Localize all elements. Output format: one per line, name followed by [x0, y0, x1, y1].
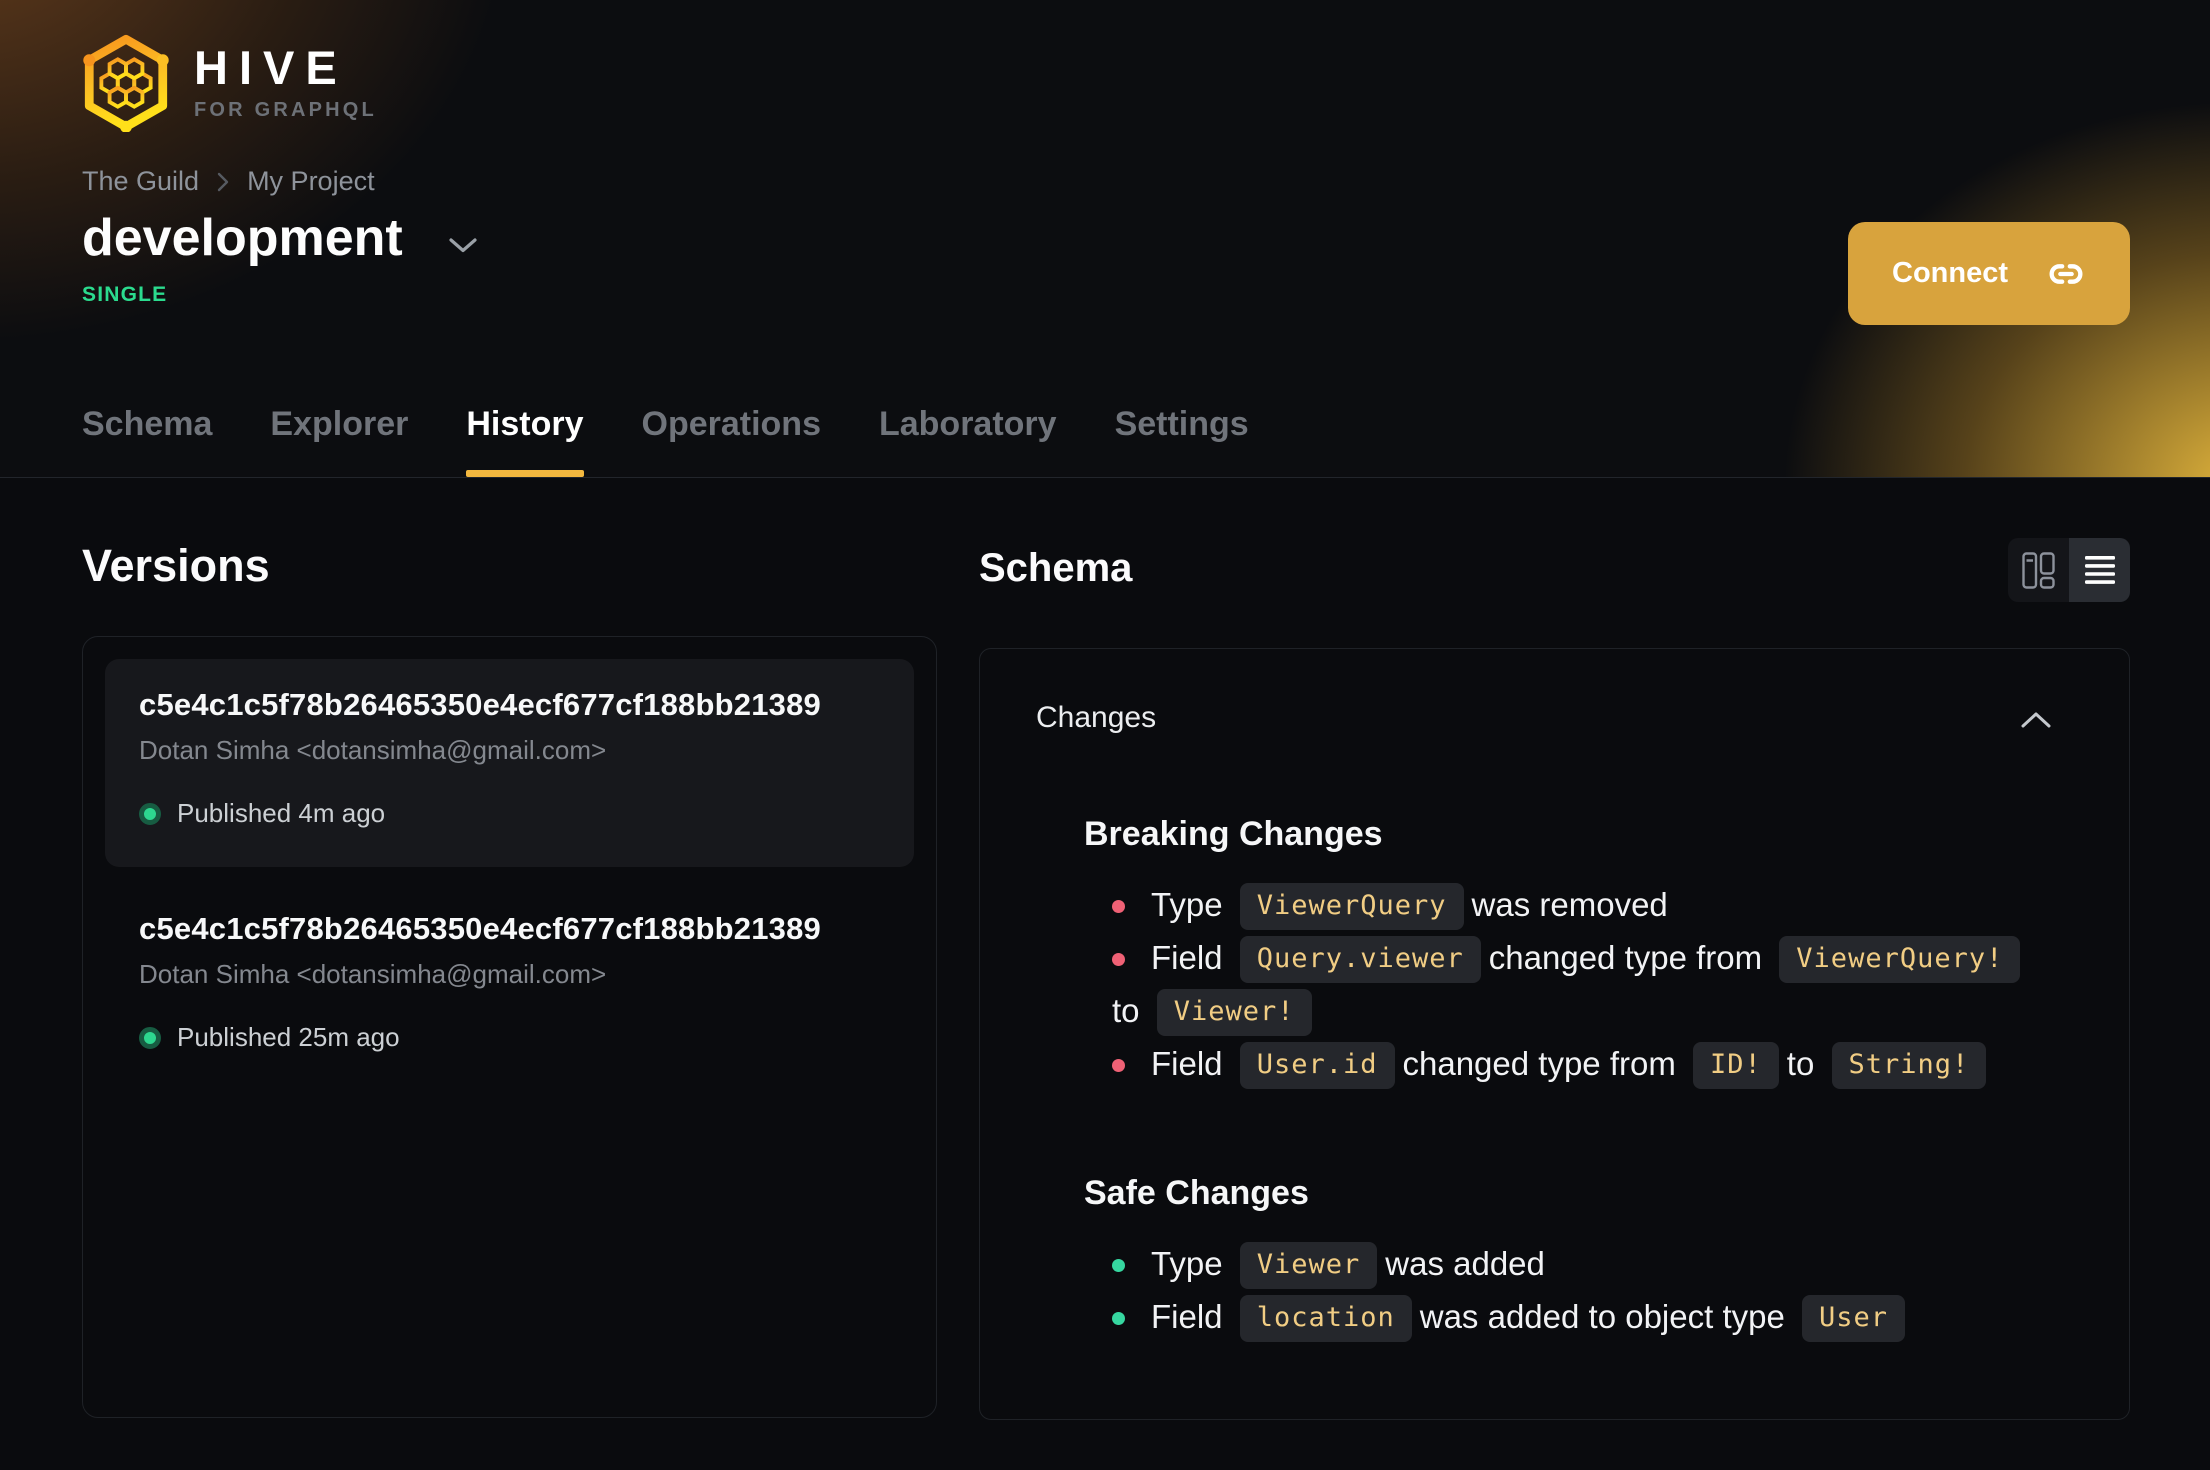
tab-schema[interactable]: Schema [82, 405, 212, 477]
split-view-icon [2022, 551, 2055, 589]
version-author: Dotan Simha <dotansimha@gmail.com> [139, 959, 607, 989]
changes-panel-title: Changes [1036, 701, 1157, 734]
bullet-icon [1112, 900, 1125, 913]
change-text: was added to object type [1419, 1298, 1785, 1335]
connect-button[interactable]: Connect [1848, 222, 2130, 325]
version-card[interactable]: c5e4c1c5f78b26465350e4ecf677cf188bb21389… [105, 659, 914, 867]
code-chip: ID! [1693, 1042, 1779, 1089]
schema-section: Schema Changes Breaking Changes Type Vie… [979, 538, 2130, 1420]
versions-section: Versions c5e4c1c5f78b26465350e4ecf677cf1… [82, 540, 937, 1420]
version-status: Published 25m ago [139, 1022, 880, 1053]
code-chip: User.id [1239, 1042, 1395, 1089]
change-section-title-safe: Safe Changes [1084, 1174, 1309, 1212]
tab-laboratory[interactable]: Laboratory [879, 405, 1057, 477]
code-chip: location [1239, 1295, 1412, 1342]
version-card[interactable]: c5e4c1c5f78b26465350e4ecf677cf188bb21389… [105, 883, 914, 1091]
list-view-button[interactable] [2069, 538, 2130, 602]
list-view-icon [2084, 555, 2115, 585]
code-chip: ViewerQuery! [1779, 936, 2021, 983]
change-text: was added [1385, 1245, 1545, 1282]
target-picker-chevron-down-icon[interactable] [449, 238, 477, 253]
hive-app: HIVE FOR GRAPHQL The Guild My Project de… [0, 0, 2210, 1470]
version-hash: c5e4c1c5f78b26465350e4ecf677cf188bb21389 [139, 687, 821, 722]
breadcrumb: The Guild My Project [82, 166, 2130, 197]
chevron-up-icon[interactable] [2021, 712, 2051, 728]
versions-list: c5e4c1c5f78b26465350e4ecf677cf188bb21389… [82, 636, 937, 1418]
target-title: development [82, 209, 403, 267]
bullet-icon [1112, 1259, 1125, 1272]
version-author: Dotan Simha <dotansimha@gmail.com> [139, 735, 607, 765]
brand-name: HIVE [194, 41, 348, 94]
versions-heading: Versions [82, 540, 270, 591]
change-sections: Breaking Changes Type ViewerQuery was remo… [1036, 815, 2073, 1343]
change-item: Field Query.viewer changed type from View… [1112, 931, 2097, 1037]
change-section-title-breaking: Breaking Changes [1084, 815, 1383, 853]
version-hash: c5e4c1c5f78b26465350e4ecf677cf188bb21389 [139, 911, 821, 946]
change-item: Field location was added to object type U… [1112, 1290, 2097, 1343]
change-item: Type ViewerQuery was removed [1112, 878, 2097, 931]
code-chip: ViewerQuery [1239, 883, 1464, 930]
brand-tagline: FOR GRAPHQL [194, 99, 377, 121]
link-icon [2046, 254, 2086, 294]
target-type-badge: SINGLE [82, 282, 168, 306]
change-list-breaking: Type ViewerQuery was removed Field Query.… [1112, 878, 2097, 1090]
change-list-safe: Type Viewer was added Field location was a… [1112, 1237, 2097, 1343]
breadcrumb-project[interactable]: My Project [247, 166, 375, 197]
code-chip: User [1802, 1295, 1906, 1342]
change-text: Field [1151, 1298, 1223, 1335]
code-chip: Viewer! [1156, 989, 1312, 1036]
tab-operations[interactable]: Operations [642, 405, 821, 477]
schema-heading: Schema [979, 546, 1133, 590]
change-text: was removed [1471, 886, 1668, 923]
change-text: Type [1151, 1245, 1223, 1282]
change-item: Field User.id changed type from ID! to Str… [1112, 1037, 2097, 1090]
chevron-right-icon [217, 172, 229, 192]
published-dot-icon [139, 802, 161, 825]
split-view-button[interactable] [2008, 538, 2069, 602]
bullet-icon [1112, 953, 1125, 966]
change-text: to [1112, 992, 1140, 1029]
change-item: Type Viewer was added [1112, 1237, 2097, 1290]
bullet-icon [1112, 1312, 1125, 1325]
logo[interactable]: HIVE FOR GRAPHQL [82, 34, 2130, 132]
version-status-text: Published 25m ago [177, 1022, 400, 1052]
code-chip: Viewer [1239, 1242, 1378, 1289]
changes-panel-header[interactable]: Changes [1036, 701, 2073, 735]
tab-settings[interactable]: Settings [1115, 405, 1249, 477]
tab-explorer[interactable]: Explorer [270, 405, 408, 477]
view-mode-toggle [2008, 538, 2130, 602]
change-text: Field [1151, 939, 1223, 976]
published-dot-icon [139, 1026, 161, 1049]
change-text: changed type from [1402, 1045, 1676, 1082]
change-text: to [1786, 1045, 1815, 1082]
tab-bar: Schema Explorer History Operations Laborator… [82, 405, 1249, 477]
change-text: changed type from [1488, 939, 1763, 976]
version-status: Published 4m ago [139, 798, 880, 829]
code-chip: Query.viewer [1239, 936, 1481, 983]
connect-button-label: Connect [1892, 257, 2008, 289]
tab-history[interactable]: History [466, 405, 584, 477]
hive-logo-icon [82, 34, 170, 132]
header: HIVE FOR GRAPHQL The Guild My Project de… [0, 0, 2210, 478]
change-text: Field [1151, 1045, 1223, 1082]
bullet-icon [1112, 1059, 1125, 1072]
breadcrumb-org[interactable]: The Guild [82, 166, 199, 197]
change-text: Type [1151, 886, 1223, 923]
version-status-text: Published 4m ago [177, 798, 386, 828]
changes-panel: Changes Breaking Changes Type ViewerQuery… [979, 648, 2130, 1420]
code-chip: String! [1831, 1042, 1987, 1089]
